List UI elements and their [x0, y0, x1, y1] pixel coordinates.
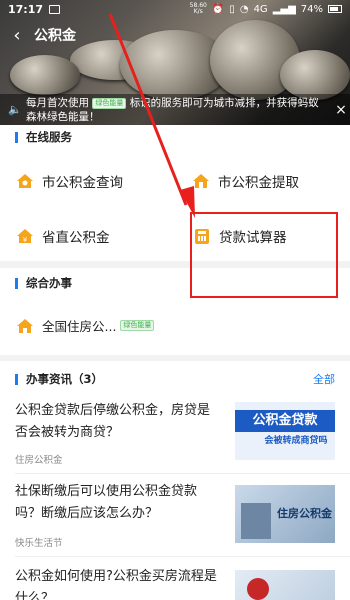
emblem-icon [247, 578, 269, 600]
notice-banner: 🔈 每月首次使用 绿色能量 标识的服务即可为城市减排，并获得蚂蚁森林绿色能量！ … [0, 94, 350, 125]
house-withdraw-icon [193, 174, 209, 188]
alarm-icon: ⏰ [211, 3, 225, 15]
notice-text: 每月首次使用 绿色能量 标识的服务即可为城市减排，并获得蚂蚁森林绿色能量！ [26, 96, 332, 124]
news-title: 社保断缴后可以使用公积金贷款吗？断缴后应该怎么办？ [15, 484, 198, 521]
wifi-icon: ◔ [239, 3, 249, 15]
service-item-gjj-query[interactable]: 市公积金查询 [16, 171, 123, 191]
section-header: 办事资讯（3） 全部 [0, 361, 350, 397]
news-thumbnail [235, 570, 335, 600]
thumb-building [241, 503, 271, 539]
service-label: 全国住房公... [42, 319, 117, 334]
network-type: 4G [253, 3, 268, 15]
thumb-text: 公积金贷款 [252, 413, 318, 428]
news-source: 住房公积金 [15, 455, 63, 466]
divider [15, 473, 350, 474]
green-energy-badge: 绿色能量 [120, 320, 155, 331]
news-item[interactable]: 公积金贷款后停缴公积金，房贷是否会被转为商贷？ 住房公积金 公积金贷款 会被转成… [15, 400, 335, 474]
section-accent-bar [15, 373, 18, 385]
coin-image [280, 50, 350, 100]
divider [15, 556, 350, 557]
status-time: 17:17 [8, 2, 44, 16]
battery-icon [328, 5, 342, 13]
service-label: 省直公积金 [42, 230, 110, 246]
news-source: 快乐生活节 [15, 538, 63, 549]
news-item[interactable]: 社保断缴后可以使用公积金贷款吗？断缴后应该怎么办？ 快乐生活节 住房公积金 [15, 481, 335, 555]
house-icon [17, 318, 33, 333]
service-item-loan-calculator[interactable]: 贷款试算器 [195, 226, 287, 246]
section-title: 办事资讯（3） [26, 372, 104, 386]
nav-bar: ‹ 公积金 [0, 22, 350, 48]
service-item-national-housing-fund[interactable]: 全国住房公... 绿色能量 [16, 316, 155, 335]
page-title: 公积金 [34, 28, 76, 44]
service-label: 贷款试算器 [219, 230, 287, 246]
section-title: 在线服务 [26, 130, 72, 144]
service-label: 市公积金查询 [42, 175, 123, 191]
news-title: 公积金如何使用?公积金买房流程是什么？ [15, 569, 217, 600]
signal-icon: ▂▄▆ [272, 3, 296, 15]
thumb-text: 住房公积金 [277, 507, 332, 520]
news-thumbnail: 公积金贷款 会被转成商贷吗 [235, 402, 335, 460]
section-accent-bar [15, 277, 18, 289]
header-banner: 17:17 58.60 K/s ⏰ ▯ ◔ 4G ▂▄▆ 74% ‹ 公积金 🔈… [0, 0, 350, 125]
calculator-icon [195, 228, 209, 244]
notice-text-part: 每月首次使用 [26, 96, 89, 109]
service-item-provincial-gjj[interactable]: ¥ 省直公积金 [16, 226, 110, 246]
network-speed: 58.60 K/s [190, 3, 207, 15]
service-item-gjj-withdraw[interactable]: 市公积金提取 [192, 171, 299, 191]
section-title: 综合办事 [26, 276, 72, 290]
news-card: 办事资讯（3） 全部 公积金贷款后停缴公积金，房贷是否会被转为商贷？ 住房公积金… [0, 361, 350, 600]
svg-text:¥: ¥ [23, 236, 28, 244]
news-thumbnail: 住房公积金 [235, 485, 335, 543]
chevron-left-icon[interactable]: ‹ [0, 25, 34, 46]
close-icon[interactable]: × [332, 103, 350, 117]
house-yen-icon: ¥ [17, 229, 33, 244]
green-energy-badge: 绿色能量 [92, 97, 127, 109]
battery-percent: 74% [300, 3, 323, 15]
service-label: 市公积金提取 [218, 175, 299, 191]
thumb-subtext: 会被转成商贷吗 [264, 436, 328, 446]
house-coin-icon [17, 174, 33, 188]
vibrate-icon: ▯ [229, 3, 235, 15]
section-header: 在线服务 [0, 125, 350, 149]
news-title: 公积金贷款后停缴公积金，房贷是否会被转为商贷？ [15, 403, 211, 440]
image-notification-icon [49, 4, 61, 14]
view-all-link[interactable]: 全部 [313, 371, 335, 387]
speed-unit: K/s [193, 8, 203, 15]
coin-image [10, 55, 80, 95]
integrated-affairs-card: 综合办事 全国住房公... 绿色能量 [0, 268, 350, 355]
section-header: 综合办事 [0, 268, 350, 298]
online-services-card: 在线服务 市公积金查询 市公积金提取 ¥ 省直公积金 贷款试算器 [0, 125, 350, 261]
speaker-icon: 🔈 [8, 102, 22, 116]
news-item[interactable]: 公积金如何使用?公积金买房流程是什么？ [15, 566, 335, 600]
status-bar: 17:17 58.60 K/s ⏰ ▯ ◔ 4G ▂▄▆ 74% [0, 0, 350, 18]
section-accent-bar [15, 131, 18, 143]
